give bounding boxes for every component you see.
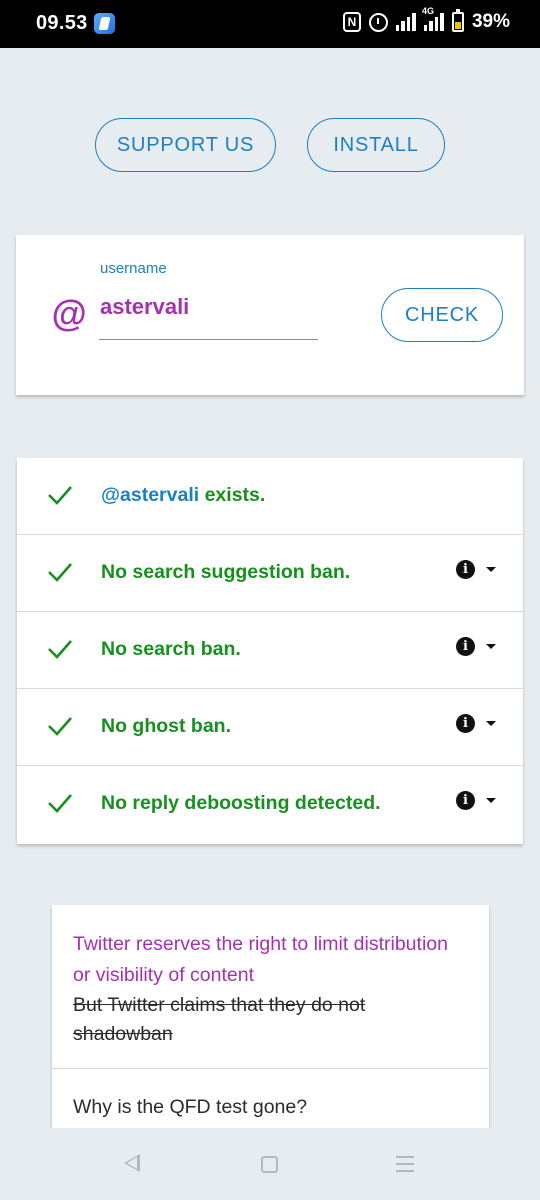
- result-text: No search suggestion ban.: [101, 561, 351, 583]
- result-text: @astervali exists.: [101, 484, 265, 507]
- result-row-ghost-ban[interactable]: No ghost ban. i: [17, 689, 523, 766]
- back-icon[interactable]: [124, 1154, 140, 1172]
- result-exists-text: exists.: [199, 484, 266, 506]
- info-icon[interactable]: i: [456, 637, 475, 656]
- username-card: @ username astervali CHECK: [16, 235, 524, 395]
- info-icon[interactable]: i: [456, 791, 475, 810]
- caret-down-icon[interactable]: [486, 567, 496, 572]
- caret-down-icon[interactable]: [486, 644, 496, 649]
- input-underline: [99, 339, 318, 340]
- result-row-search-suggestion-ban[interactable]: No search suggestion ban. i: [17, 535, 523, 612]
- username-label: username: [100, 260, 167, 277]
- check-icon: [48, 640, 72, 659]
- username-input[interactable]: astervali: [100, 294, 189, 320]
- network-type-label: 4G: [421, 6, 434, 16]
- status-time: 09.53: [36, 12, 88, 34]
- recents-icon[interactable]: [396, 1156, 414, 1172]
- info-icon[interactable]: i: [456, 714, 475, 733]
- result-row-reply-deboosting[interactable]: No reply deboosting detected. i: [17, 766, 523, 843]
- status-icons: N 4G 39%: [342, 6, 510, 33]
- result-text: No search ban.: [101, 638, 241, 660]
- at-icon: @: [51, 293, 87, 334]
- system-nav-bar: [0, 1128, 540, 1200]
- check-icon: [48, 563, 72, 582]
- info-card: Twitter reserves the right to limit dist…: [52, 905, 489, 1145]
- check-button[interactable]: CHECK: [381, 288, 503, 342]
- caret-down-icon[interactable]: [486, 798, 496, 803]
- check-icon: [48, 486, 72, 505]
- signal-4g-icon: 4G: [422, 6, 444, 31]
- install-button[interactable]: INSTALL: [307, 118, 445, 172]
- faq-question-link[interactable]: Why is the QFD test gone?: [73, 1096, 307, 1119]
- battery-percent: 39%: [471, 11, 510, 32]
- nfc-icon: N: [342, 12, 361, 32]
- info-strikethrough-text: But Twitter claims that they do not shad…: [73, 994, 366, 1045]
- result-text: No reply deboosting detected.: [101, 792, 381, 814]
- signal-icon: [395, 13, 416, 31]
- result-row-exists: @astervali exists.: [17, 458, 523, 535]
- results-list: @astervali exists. No search suggestion …: [17, 458, 523, 844]
- info-highlight-text: Twitter reserves the right to limit dist…: [73, 933, 448, 986]
- check-icon: [48, 717, 72, 736]
- divider: [52, 1068, 489, 1069]
- caret-down-icon[interactable]: [486, 721, 496, 726]
- home-icon[interactable]: [261, 1156, 278, 1173]
- app-icon: [94, 13, 115, 34]
- result-text: No ghost ban.: [101, 715, 231, 737]
- result-username: @astervali: [101, 484, 200, 506]
- info-icon[interactable]: i: [456, 560, 475, 579]
- status-bar: 09.53 N 4G 39%: [0, 0, 540, 48]
- result-row-search-ban[interactable]: No search ban. i: [17, 612, 523, 689]
- battery-icon: [451, 9, 464, 32]
- check-icon: [48, 794, 72, 813]
- alarm-icon: [368, 12, 388, 32]
- support-us-button[interactable]: SUPPORT US: [95, 118, 276, 172]
